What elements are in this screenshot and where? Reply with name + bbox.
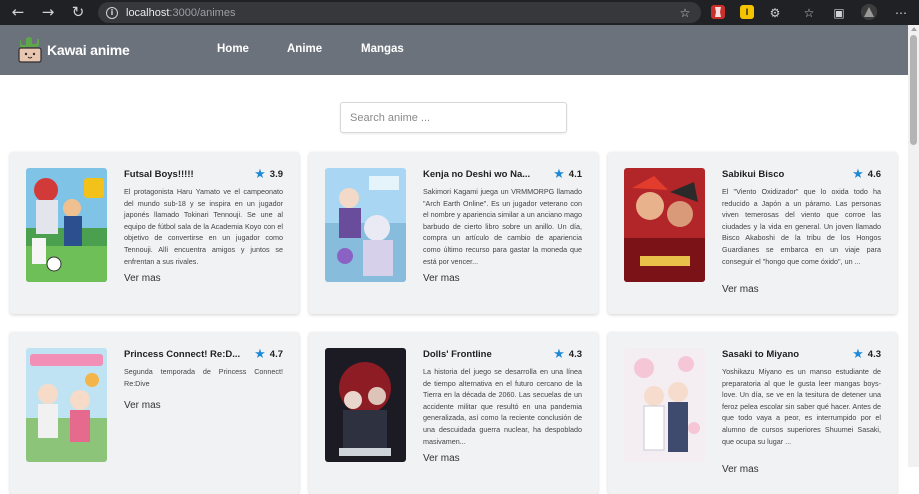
- nav-mangas-link[interactable]: Mangas: [361, 43, 404, 55]
- anime-title[interactable]: Sabikui Bisco: [722, 169, 784, 180]
- add-favorite-icon[interactable]: ☆: [677, 5, 693, 21]
- brand-name[interactable]: Kawai anime: [47, 42, 130, 58]
- star-icon: ★: [852, 346, 864, 362]
- cactus-logo-icon[interactable]: [17, 34, 43, 64]
- anime-title[interactable]: Kenja no Deshi wo Na...: [423, 169, 530, 180]
- star-icon: ★: [852, 166, 864, 182]
- synopsis: El protagonista Haru Yamato ve el campeo…: [124, 187, 283, 266]
- anime-card: Sabikui Bisco ★ 4.6 El "Viento Oxidizado…: [608, 152, 897, 314]
- synopsis: Sakimori Kagami juega un VRMMORPG llamad…: [423, 187, 582, 266]
- rating: ★ 4.3: [852, 346, 881, 362]
- favorites-icon[interactable]: ☆: [801, 5, 817, 21]
- rating-value: 4.3: [867, 349, 881, 360]
- ver-mas-link[interactable]: Ver mas: [124, 400, 161, 411]
- rating: ★ 4.3: [553, 346, 582, 362]
- anime-title[interactable]: Princess Connect! Re:D...: [124, 349, 240, 360]
- address-bar[interactable]: i localhost:3000/animes ☆: [98, 2, 701, 23]
- synopsis: Yoshikazu Miyano es un manso estudiante …: [722, 367, 881, 446]
- ver-mas-link[interactable]: Ver mas: [423, 273, 460, 284]
- synopsis: Segunda temporada de Princess Connect! R…: [124, 367, 283, 388]
- star-icon: ★: [553, 346, 565, 362]
- profile-avatar[interactable]: [861, 4, 877, 20]
- synopsis: La historia del juego se desarrolla en u…: [423, 367, 582, 446]
- extensions-puzzle-icon[interactable]: ⚙: [767, 5, 783, 21]
- extension-i-icon[interactable]: I: [740, 5, 754, 19]
- nav-home-link[interactable]: Home: [217, 43, 249, 55]
- rating-value: 4.3: [568, 349, 582, 360]
- site-info-icon[interactable]: i: [106, 6, 118, 19]
- extension-red-icon[interactable]: [711, 5, 725, 19]
- poster-princess-connect[interactable]: [26, 348, 107, 462]
- anime-card: Dolls' Frontline ★ 4.3 La historia del j…: [309, 332, 598, 494]
- anime-title[interactable]: Sasaki to Miyano: [722, 349, 799, 360]
- more-menu-icon[interactable]: ⋯: [893, 5, 909, 21]
- poster-futsal-boys[interactable]: [26, 168, 107, 282]
- poster-kenja-no-deshi[interactable]: [325, 168, 406, 282]
- star-icon: ★: [553, 166, 565, 182]
- ver-mas-link[interactable]: Ver mas: [722, 284, 759, 295]
- browser-toolbar: ← → ↻ i localhost:3000/animes ☆ I ⚙ ☆ ▣ …: [0, 0, 919, 25]
- rating-value: 3.9: [269, 169, 283, 180]
- anime-card: Princess Connect! Re:D... ★ 4.7 Segunda …: [10, 332, 299, 494]
- synopsis: El "Viento Oxidizador" que lo oxida todo…: [722, 187, 881, 266]
- ver-mas-link[interactable]: Ver mas: [423, 453, 460, 464]
- rating-value: 4.1: [568, 169, 582, 180]
- nav-anime-link[interactable]: Anime: [287, 43, 322, 55]
- collections-icon[interactable]: ▣: [831, 5, 847, 21]
- reload-icon[interactable]: ↻: [67, 1, 89, 23]
- page-scrollbar[interactable]: [908, 25, 919, 467]
- anime-title[interactable]: Futsal Boys!!!!!: [124, 169, 194, 180]
- back-arrow-icon[interactable]: ←: [7, 1, 29, 23]
- anime-card: Futsal Boys!!!!! ★ 3.9 El protagonista H…: [10, 152, 299, 314]
- rating: ★ 4.1: [553, 166, 582, 182]
- star-icon: ★: [254, 346, 266, 362]
- ver-mas-link[interactable]: Ver mas: [124, 273, 161, 284]
- url-host: localhost: [126, 6, 170, 19]
- url-path: :3000/animes: [169, 6, 236, 19]
- anime-card: Sasaki to Miyano ★ 4.3 Yoshikazu Miyano …: [608, 332, 897, 494]
- poster-dolls-frontline[interactable]: [325, 348, 406, 462]
- rating: ★ 4.7: [254, 346, 283, 362]
- scroll-thumb[interactable]: [910, 35, 917, 145]
- star-icon: ★: [254, 166, 266, 182]
- forward-arrow-icon[interactable]: →: [37, 1, 59, 23]
- anime-title[interactable]: Dolls' Frontline: [423, 349, 492, 360]
- anime-card: Kenja no Deshi wo Na... ★ 4.1 Sakimori K…: [309, 152, 598, 314]
- rating: ★ 4.6: [852, 166, 881, 182]
- poster-sabikui-bisco[interactable]: [624, 168, 705, 282]
- search-input[interactable]: [340, 102, 567, 133]
- rating: ★ 3.9: [254, 166, 283, 182]
- site-header: Kawai anime Home Anime Mangas: [0, 25, 908, 75]
- rating-value: 4.6: [867, 169, 881, 180]
- ver-mas-link[interactable]: Ver mas: [722, 464, 759, 475]
- rating-value: 4.7: [269, 349, 283, 360]
- scroll-up-arrow-icon[interactable]: [911, 27, 917, 31]
- poster-sasaki-to-miyano[interactable]: [624, 348, 705, 462]
